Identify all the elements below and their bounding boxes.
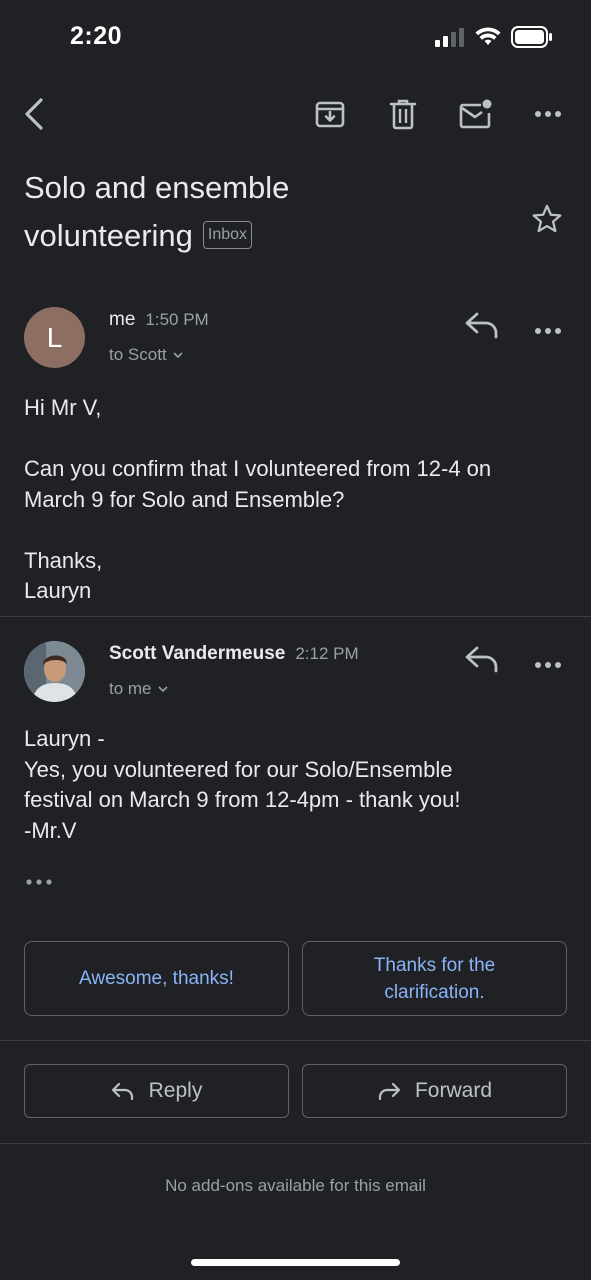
email-subject: Solo and ensemble volunteering Inbox [24, 164, 494, 260]
archive-icon[interactable] [310, 94, 350, 134]
message-header: Scott Vandermeuse 2:12 PM [109, 643, 359, 665]
more-horizontal-icon[interactable] [535, 655, 561, 673]
addons-notice: No add-ons available for this email [165, 1176, 426, 1195]
reply-icon[interactable] [464, 644, 500, 679]
body-line: March 9 for Solo and Ensemble? [24, 486, 345, 512]
back-arrow-icon[interactable] [14, 94, 54, 134]
chevron-down-icon [157, 685, 168, 692]
chevron-down-icon [173, 351, 183, 358]
avatar[interactable] [24, 641, 85, 702]
message-time: 2:12 PM [295, 644, 359, 663]
body-line: Lauryn [24, 578, 92, 603]
body-line: Thanks, [24, 547, 103, 573]
forward-button[interactable]: Forward [302, 1064, 567, 1118]
forward-icon [378, 1082, 401, 1101]
recipient-dropdown[interactable]: to Scott [109, 345, 183, 365]
recipient-label: to Scott [109, 345, 167, 364]
body-line: festival on March 9 from 12-4pm - thank … [24, 787, 461, 812]
message-divider [0, 616, 591, 617]
message-time: 1:50 PM [145, 310, 209, 329]
sender-name: Scott Vandermeuse [109, 643, 286, 664]
message-body: Hi Mr V, Can you confirm that I voluntee… [24, 393, 569, 607]
forward-label: Forward [414, 1079, 493, 1102]
more-horizontal-icon[interactable] [535, 321, 561, 339]
body-line: Yes, you volunteered for our Solo/Ensemb… [24, 756, 453, 782]
battery-icon [511, 26, 552, 48]
inbox-label-badge[interactable]: Inbox [202, 220, 253, 249]
signal-icon [435, 28, 464, 47]
message-header: me 1:50 PM [109, 309, 209, 331]
status-time: 2:20 [70, 22, 123, 50]
subject-line-2: volunteering [24, 218, 193, 253]
more-horizontal-icon[interactable] [528, 94, 568, 134]
message-body: Lauryn - Yes, you volunteered for our So… [24, 724, 569, 846]
body-line: Can you confirm that I volunteered from … [24, 456, 492, 481]
avatar[interactable]: L [24, 307, 85, 368]
section-divider [0, 1143, 591, 1144]
reply-icon[interactable] [464, 310, 500, 345]
smart-reply-button[interactable]: Thanks for the clarification. [302, 941, 567, 1016]
recipient-label: to me [109, 679, 152, 698]
wifi-icon [475, 27, 501, 45]
reply-icon [111, 1082, 133, 1101]
body-line: -Mr.V [24, 817, 77, 843]
reply-button[interactable]: Reply [24, 1064, 289, 1118]
smart-reply-button[interactable]: Awesome, thanks! [24, 941, 289, 1016]
body-line: Lauryn - [24, 726, 105, 751]
reply-label: Reply [148, 1079, 203, 1102]
home-indicator[interactable] [191, 1259, 400, 1266]
star-icon[interactable] [530, 202, 564, 241]
subject-line-1: Solo and ensemble [24, 170, 290, 205]
sender-name: me [109, 309, 136, 330]
mail-unread-icon[interactable] [456, 94, 496, 134]
trash-icon[interactable] [383, 94, 423, 134]
status-icons [435, 26, 553, 48]
section-divider [0, 1040, 591, 1041]
body-line: Hi Mr V, [24, 395, 102, 420]
show-trimmed-content-icon[interactable] [26, 872, 52, 890]
recipient-dropdown[interactable]: to me [109, 679, 168, 699]
